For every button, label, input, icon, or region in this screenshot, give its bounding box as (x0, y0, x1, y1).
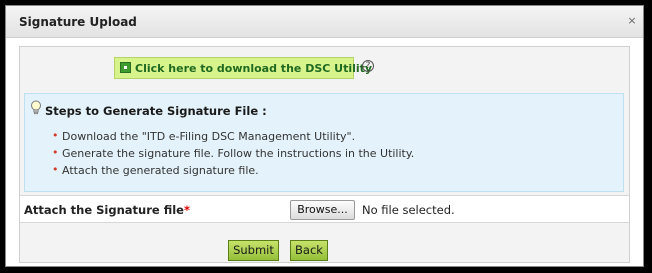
close-icon[interactable]: × (626, 15, 638, 27)
dialog-title: Signature Upload (19, 15, 137, 29)
step-item: Download the "ITD e-Filing DSC Managemen… (52, 129, 414, 147)
attach-signature-row: Attach the Signature file* Browse... No … (20, 195, 629, 223)
signature-upload-dialog: Signature Upload × Click here to downloa… (5, 5, 644, 267)
dialog-content: Click here to download the DSC Utility ?… (19, 46, 630, 263)
download-dsc-utility-button[interactable]: Click here to download the DSC Utility (114, 57, 372, 79)
attach-label-text: Attach the Signature file (24, 203, 184, 217)
download-icon (120, 62, 131, 73)
help-icon[interactable]: ? (362, 60, 374, 72)
required-marker: * (183, 203, 190, 217)
download-dsc-utility-label: Click here to download the DSC Utility (135, 62, 373, 75)
file-status-text: No file selected. (362, 203, 455, 217)
submit-button[interactable]: Submit (228, 240, 279, 261)
step-item: Generate the signature file. Follow the … (52, 146, 414, 164)
steps-title: Steps to Generate Signature File : (45, 104, 267, 118)
steps-list: Download the "ITD e-Filing DSC Managemen… (52, 129, 414, 181)
browse-file-button[interactable]: Browse... (290, 200, 355, 220)
step-item: Attach the generated signature file. (52, 163, 414, 181)
lightbulb-icon (31, 100, 41, 115)
dialog-titlebar: Signature Upload × (6, 6, 643, 38)
steps-panel: Steps to Generate Signature File : Downl… (24, 93, 624, 192)
attach-signature-label: Attach the Signature file* (24, 203, 190, 217)
back-button[interactable]: Back (290, 240, 328, 261)
